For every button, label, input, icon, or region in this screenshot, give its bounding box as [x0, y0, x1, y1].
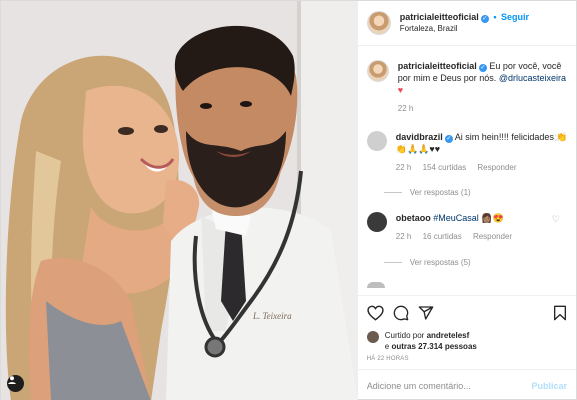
- comment-item: davidbrazil ✓ Ai sim hein!!!! felicidades…: [366, 131, 568, 174]
- post-location[interactable]: Fortaleza, Brazil: [400, 23, 529, 35]
- view-replies-button[interactable]: Ver respostas (1): [384, 188, 471, 197]
- comment-time[interactable]: 22 h: [396, 232, 412, 241]
- share-icon: [418, 306, 434, 320]
- caption-username[interactable]: patricialeitteoficial: [398, 61, 477, 71]
- comment-time[interactable]: 22 h: [396, 163, 412, 172]
- tag-user-button[interactable]: [7, 375, 24, 392]
- commenter-avatar[interactable]: [366, 212, 387, 232]
- comment-username[interactable]: obetaoo: [396, 213, 431, 223]
- comment-button[interactable]: [393, 305, 409, 321]
- verified-icon: ✓: [444, 135, 453, 143]
- caption-time[interactable]: 22 h: [398, 104, 414, 113]
- save-button[interactable]: [553, 305, 567, 321]
- commenter-avatar[interactable]: [366, 282, 385, 288]
- comment-likes[interactable]: 16 curtidas: [423, 232, 462, 241]
- post-photo[interactable]: L. Teixeira: [1, 1, 357, 400]
- likes-prefix: Curtido por: [384, 331, 425, 340]
- commenter-avatar[interactable]: [366, 131, 387, 151]
- post-actions: Curtido por andretelesf e outras 27.314 …: [357, 295, 576, 369]
- instagram-post: L. Teixeira patricialeitteoficial ✓ • Seg…: [0, 0, 577, 400]
- selfie-illustration: L. Teixeira: [1, 1, 357, 400]
- comment-heart-icon[interactable]: ♡: [552, 214, 560, 225]
- likes-summary: Curtido por andretelesf e outras 27.314 …: [366, 330, 567, 352]
- comment-text: #MeuCasal 👩🏽😍: [433, 213, 504, 223]
- liker-avatar[interactable]: [366, 331, 379, 343]
- verified-icon: ✓: [480, 15, 489, 23]
- share-button[interactable]: [418, 305, 434, 321]
- author-avatar[interactable]: [366, 11, 391, 35]
- comment-item: obetaoo #MeuCasal 👩🏽😍 22 h 16 curtidas R…: [366, 212, 568, 243]
- view-replies-button[interactable]: Ver respostas (5): [384, 258, 471, 267]
- caption-mention[interactable]: @drlucasteixeira: [499, 73, 566, 83]
- comment-username[interactable]: davidbrazil: [396, 132, 443, 142]
- add-comment-bar: Publicar: [357, 369, 576, 400]
- bookmark-icon: [554, 305, 566, 321]
- verified-icon: ✓: [478, 64, 487, 72]
- caption-avatar[interactable]: [366, 60, 389, 82]
- post-header: patricialeitteoficial ✓ • Seguir Fortalez…: [357, 1, 576, 46]
- reply-button[interactable]: Responder: [477, 163, 516, 172]
- coat-embroidery: L. Teixeira: [252, 311, 292, 321]
- heart-icon: [367, 305, 384, 321]
- reply-button[interactable]: Responder: [473, 232, 512, 241]
- comment-icon: [393, 305, 409, 321]
- likes-others[interactable]: outras 27.314 pessoas: [391, 342, 476, 351]
- comment-input[interactable]: [366, 380, 532, 391]
- post-side-panel: patricialeitteoficial ✓ • Seguir Fortalez…: [356, 1, 576, 400]
- heart-emoji: ♥: [397, 85, 404, 95]
- caption: patricialeitteoficial ✓ Eu por você, você…: [366, 60, 568, 115]
- follow-separator: •: [493, 12, 497, 22]
- comment-likes[interactable]: 154 curtidas: [423, 163, 467, 172]
- comment-heart-icon[interactable]: ♡: [552, 133, 560, 144]
- tag-user-icon: [8, 376, 16, 384]
- author-username[interactable]: patricialeitteoficial: [400, 12, 479, 22]
- like-button[interactable]: [367, 305, 384, 321]
- post-timestamp[interactable]: HÁ 22 HORAS: [367, 356, 567, 362]
- publish-button[interactable]: Publicar: [531, 381, 567, 391]
- follow-button[interactable]: Seguir: [501, 12, 529, 22]
- likes-connector: e: [384, 342, 390, 351]
- comments-section[interactable]: patricialeitteoficial ✓ Eu por você, você…: [358, 46, 576, 295]
- liker-username[interactable]: andretelesf: [427, 331, 470, 340]
